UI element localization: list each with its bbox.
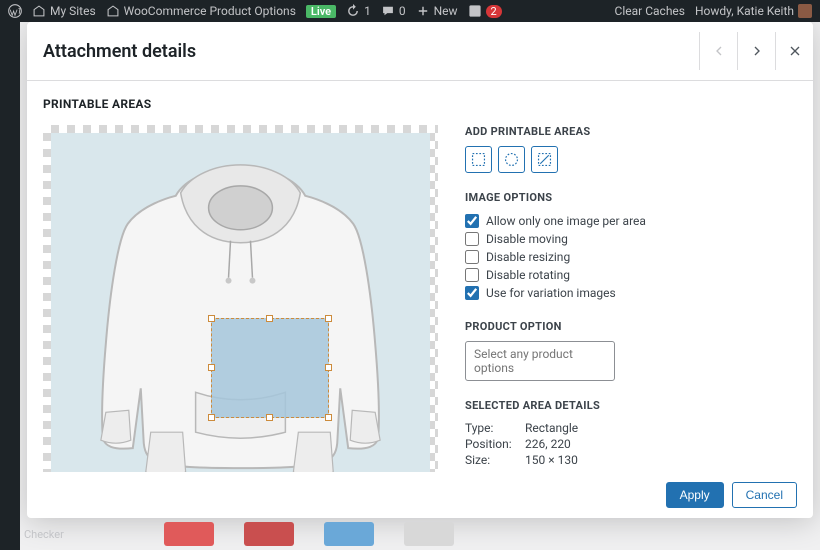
hoodie-image: [51, 133, 430, 472]
howdy-account[interactable]: Howdy, Katie Keith: [695, 4, 812, 18]
checkbox-use-variation[interactable]: [465, 286, 479, 300]
bg-card: [404, 522, 454, 546]
resize-handle-ne[interactable]: [325, 315, 332, 322]
prev-button[interactable]: [699, 32, 737, 70]
bg-card: [324, 522, 374, 546]
printable-area-selection[interactable]: [211, 318, 329, 418]
modal-header: Attachment details: [27, 22, 813, 81]
new-content[interactable]: New: [416, 4, 458, 18]
wp-logo[interactable]: [8, 4, 22, 18]
checker-label: Checker: [24, 528, 64, 541]
resize-handle-n[interactable]: [266, 315, 273, 322]
background-content: Checker: [20, 518, 820, 550]
bg-card: [164, 522, 214, 546]
apply-button[interactable]: Apply: [666, 482, 724, 508]
option-use-variation[interactable]: Use for variation images: [465, 284, 797, 302]
content-area: Attachment details PRINTABLE AREAS: [20, 22, 820, 550]
detail-size-label: Size:: [465, 453, 525, 467]
detail-size-value: 150 × 130: [525, 453, 578, 467]
detail-type-value: Rectangle: [525, 421, 578, 435]
close-button[interactable]: [775, 32, 813, 70]
shape-rectangle-button[interactable]: [465, 146, 492, 173]
attachment-details-modal: Attachment details PRINTABLE AREAS: [27, 22, 813, 518]
image-options-heading: IMAGE OPTIONS: [465, 191, 797, 204]
resize-handle-w[interactable]: [208, 364, 215, 371]
resize-handle-sw[interactable]: [208, 414, 215, 421]
checkbox-allow-one[interactable]: [465, 214, 479, 228]
resize-handle-se[interactable]: [325, 414, 332, 421]
resize-handle-s[interactable]: [266, 414, 273, 421]
my-sites[interactable]: My Sites: [32, 4, 96, 18]
checkbox-disable-moving[interactable]: [465, 232, 479, 246]
next-button[interactable]: [737, 32, 775, 70]
option-disable-rotating[interactable]: Disable rotating: [465, 266, 797, 284]
product-canvas[interactable]: [43, 125, 438, 472]
detail-position-label: Position:: [465, 437, 525, 451]
avatar: [798, 4, 812, 18]
detail-position-value: 226, 220: [525, 437, 571, 451]
yoast[interactable]: 2: [468, 4, 502, 18]
section-title: PRINTABLE AREAS: [43, 97, 797, 111]
cancel-button[interactable]: Cancel: [732, 482, 797, 508]
site-name[interactable]: WooCommerce Product Options: [106, 4, 296, 18]
live-badge: Live: [306, 5, 336, 18]
detail-type-label: Type:: [465, 421, 525, 435]
modal-footer: Apply Cancel: [27, 472, 813, 518]
option-disable-moving[interactable]: Disable moving: [465, 230, 797, 248]
wp-admin-bar: My Sites WooCommerce Product Options Liv…: [0, 0, 820, 22]
selected-area-heading: SELECTED AREA DETAILS: [465, 399, 797, 412]
modal-title: Attachment details: [43, 41, 196, 62]
resize-handle-nw[interactable]: [208, 315, 215, 322]
admin-sidebar-collapsed: [0, 22, 20, 550]
updates[interactable]: 1: [346, 4, 371, 18]
option-disable-resizing[interactable]: Disable resizing: [465, 248, 797, 266]
add-areas-heading: ADD PRINTABLE AREAS: [465, 125, 797, 138]
product-option-select[interactable]: Select any product options: [465, 341, 615, 381]
bg-card: [244, 522, 294, 546]
shape-circle-button[interactable]: [498, 146, 525, 173]
checkbox-disable-resizing[interactable]: [465, 250, 479, 264]
checkbox-disable-rotating[interactable]: [465, 268, 479, 282]
resize-handle-e[interactable]: [325, 364, 332, 371]
product-option-heading: PRODUCT OPTION: [465, 320, 797, 333]
clear-caches[interactable]: Clear Caches: [615, 4, 685, 18]
shape-polygon-button[interactable]: [531, 146, 558, 173]
comments[interactable]: 0: [381, 4, 406, 18]
option-allow-one[interactable]: Allow only one image per area: [465, 212, 797, 230]
